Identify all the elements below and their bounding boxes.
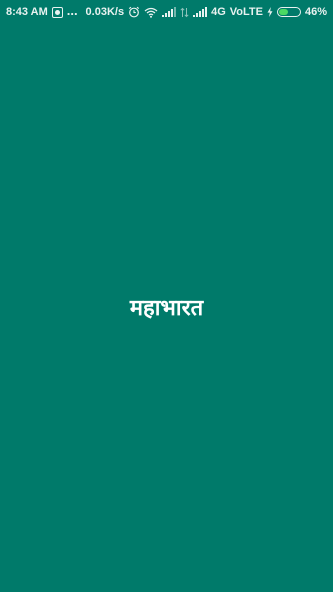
alarm-icon: [128, 6, 140, 18]
volte-indicator: VoLTE: [229, 6, 263, 18]
signal-icon: [162, 7, 177, 17]
status-bar: 8:43 AM ... 0.03K/s 4G VoLTE 46%: [0, 0, 333, 24]
status-time: 8:43 AM: [6, 6, 48, 18]
app-title: महाभारत: [129, 296, 204, 321]
battery-level-fill: [278, 9, 288, 15]
status-bar-left: 8:43 AM ...: [6, 2, 78, 19]
data-arrows-icon: [180, 7, 189, 17]
battery-icon: [276, 7, 301, 17]
network-type: 4G: [211, 6, 226, 18]
splash-screen: 8:43 AM ... 0.03K/s 4G VoLTE 46% महाभारत: [0, 0, 333, 592]
wifi-icon: [144, 7, 158, 18]
status-bar-right: 0.03K/s 4G VoLTE 46%: [86, 6, 327, 18]
app-notification-icon: [51, 6, 63, 18]
signal-icon: [193, 7, 208, 17]
charging-icon: [267, 7, 273, 17]
battery-percent: 46%: [304, 6, 327, 18]
more-notifications-indicator: ...: [66, 2, 78, 18]
network-speed: 0.03K/s: [85, 6, 125, 18]
